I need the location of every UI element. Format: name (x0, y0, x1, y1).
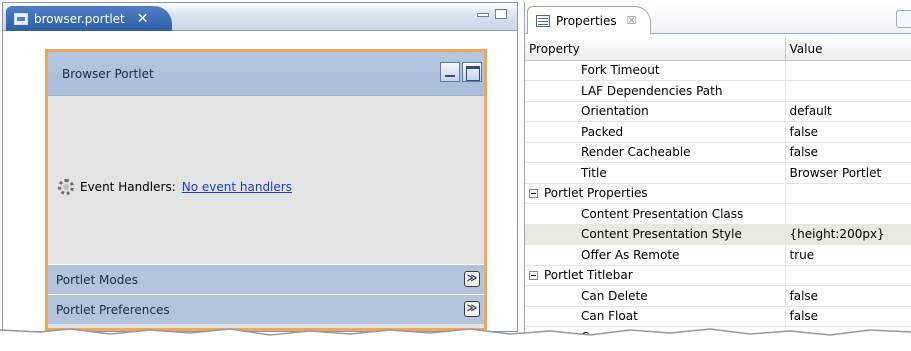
property-value[interactable]: default (785, 101, 911, 122)
property-group-row[interactable]: Portlet Properties (525, 183, 911, 204)
portlet-minimize-icon[interactable] (440, 62, 460, 82)
property-name: Render Cacheable (525, 142, 786, 163)
property-value[interactable] (785, 80, 911, 102)
tab-label: browser.portlet (34, 11, 125, 26)
property-label: Orientation (581, 104, 649, 119)
property-value[interactable]: false (785, 121, 911, 143)
property-label: Portlet Titlebar (544, 268, 633, 283)
table-row[interactable]: Fork Timeout (525, 60, 911, 81)
collapse-icon[interactable] (529, 271, 538, 281)
property-name: Portlet Properties (525, 183, 786, 204)
portlet-titlebar: Browser Portlet (48, 52, 484, 96)
property-label: Can Float (581, 309, 638, 324)
property-name: Offer As Remote (525, 244, 786, 266)
property-group-row[interactable]: Portlet Titlebar (525, 265, 911, 286)
property-name: Packed (525, 121, 786, 143)
column-header-property[interactable]: Property (525, 38, 786, 61)
properties-table: Property Value Fork Timeout LAF Dependenc… (525, 38, 911, 348)
property-label: Fork Timeout (581, 63, 660, 78)
property-value[interactable] (785, 203, 911, 225)
property-value[interactable]: false (785, 306, 911, 327)
properties-tab-bar: Properties ☒ (525, 2, 911, 34)
collapse-icon[interactable] (529, 189, 538, 199)
close-icon[interactable]: ☒ (627, 14, 637, 27)
property-name: Orientation (525, 101, 786, 122)
property-name: Content Presentation Class (525, 203, 786, 225)
property-name: LAF Dependencies Path (525, 80, 786, 102)
torn-edge-decoration (0, 328, 911, 351)
table-row[interactable]: Can Delete false (525, 285, 911, 307)
tab-properties[interactable]: Properties ☒ (527, 6, 651, 34)
event-handlers-label: Event Handlers: (80, 180, 176, 194)
property-label: Packed (581, 124, 624, 139)
table-row[interactable]: Packed false (525, 121, 911, 143)
property-name: Fork Timeout (525, 60, 786, 81)
editor-body: Browser Portlet Event Handlers: No event… (3, 32, 517, 331)
table-row[interactable]: LAF Dependencies Path (525, 80, 911, 102)
minimize-icon[interactable] (477, 13, 489, 17)
property-label: Can Delete (581, 288, 648, 303)
gear-icon (58, 179, 74, 195)
table-row[interactable]: Title Browser Portlet (525, 162, 911, 184)
portlet-preferences-section[interactable]: Portlet Preferences ≫ (48, 294, 484, 324)
table-row[interactable]: Can Float false (525, 306, 911, 327)
property-name: Portlet Titlebar (525, 265, 786, 286)
table-row[interactable]: Content Presentation Class (525, 203, 911, 225)
event-handlers-link[interactable]: No event handlers (182, 180, 292, 194)
portlet-maximize-icon[interactable] (462, 62, 482, 82)
property-name: Can Delete (525, 285, 786, 307)
table-header-row: Property Value (525, 38, 911, 61)
editor-tab-bar: browser.portlet ✕ (3, 3, 517, 31)
property-label: Offer As Remote (581, 247, 680, 262)
event-handlers-row: Event Handlers: No event handlers (58, 179, 292, 195)
expand-icon[interactable]: ≫ (464, 271, 480, 287)
property-label: Render Cacheable (581, 145, 691, 160)
property-name: Title (525, 162, 786, 184)
property-value[interactable] (785, 265, 911, 286)
property-label: Content Presentation Style (581, 227, 742, 242)
portlet-content: Event Handlers: No event handlers (48, 96, 484, 264)
properties-icon (536, 14, 550, 27)
property-name: Can Float (525, 306, 786, 327)
property-label: Content Presentation Class (581, 206, 744, 221)
maximize-icon[interactable] (495, 9, 507, 19)
file-icon (14, 12, 28, 25)
table-row[interactable]: Orientation default (525, 101, 911, 122)
property-label: LAF Dependencies Path (581, 83, 723, 98)
property-value[interactable]: {height:200px} (785, 224, 911, 245)
column-header-value[interactable]: Value (785, 38, 911, 61)
tab-browser-portlet[interactable]: browser.portlet ✕ (6, 6, 172, 31)
table-row[interactable]: Render Cacheable false (525, 142, 911, 163)
table-row[interactable]: Content Presentation Style {height:200px} (525, 224, 911, 245)
table-row[interactable]: Offer As Remote true (525, 244, 911, 266)
property-value[interactable]: true (785, 244, 911, 266)
property-value[interactable] (785, 60, 911, 81)
portlet-preview[interactable]: Browser Portlet Event Handlers: No event… (45, 49, 487, 331)
expand-icon[interactable]: ≫ (464, 301, 480, 317)
property-value[interactable]: false (785, 142, 911, 163)
property-value[interactable]: Browser Portlet (785, 162, 911, 184)
close-icon[interactable]: ✕ (137, 11, 149, 27)
property-value[interactable] (785, 183, 911, 204)
section-label: Portlet Modes (56, 272, 138, 287)
property-value[interactable]: false (785, 285, 911, 307)
property-label: Portlet Properties (544, 186, 648, 201)
portlet-modes-section[interactable]: Portlet Modes ≫ (48, 264, 484, 294)
property-name: Content Presentation Style (525, 224, 786, 245)
toolbar-icon[interactable] (896, 10, 911, 28)
tab-label: Properties (556, 13, 617, 28)
property-label: Title (581, 165, 607, 180)
portlet-title: Browser Portlet (62, 66, 154, 81)
section-label: Portlet Preferences (56, 302, 170, 317)
portlet-editor-pane: browser.portlet ✕ Browser Portlet Event … (2, 2, 518, 332)
properties-pane: Properties ☒ Property Value Fork Timeout… (524, 2, 911, 348)
